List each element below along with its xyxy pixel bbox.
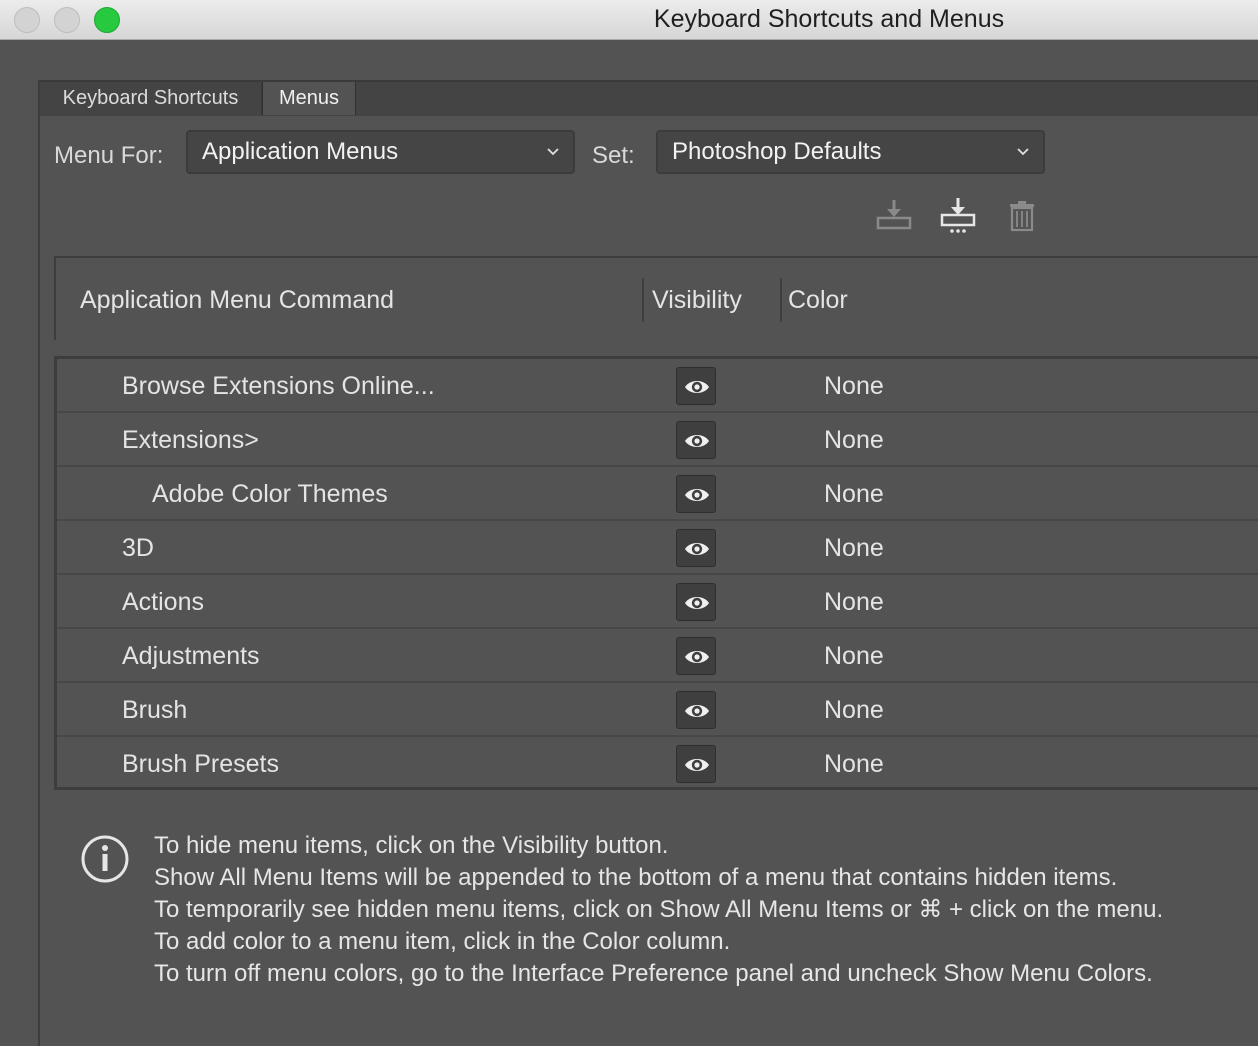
table-row[interactable]: Actions None (57, 575, 1258, 629)
table-header: Application Menu Command Visibility Colo… (54, 256, 1258, 340)
visibility-toggle-button[interactable] (676, 745, 716, 783)
chevron-down-icon (1017, 148, 1029, 156)
menu-command-label: Browse Extensions Online... (122, 372, 435, 400)
dialog-window: Keyboard Shortcuts and Menus Keyboard Sh… (0, 0, 1258, 1046)
save-set-as-button[interactable] (938, 196, 978, 236)
set-value: Photoshop Defaults (672, 138, 882, 165)
set-dropdown[interactable]: Photoshop Defaults (656, 130, 1045, 174)
menu-command-label: Brush (122, 696, 188, 724)
visibility-toggle-button[interactable] (676, 583, 716, 621)
color-cell[interactable]: None (824, 642, 884, 671)
visibility-toggle-button[interactable] (676, 421, 716, 459)
menu-commands-table: Browse Extensions Online... None Extension… (54, 356, 1258, 790)
color-cell[interactable]: None (824, 372, 884, 401)
menu-for-label: Menu For: (54, 142, 164, 169)
help-text-line: To turn off menu colors, go to the Inter… (154, 960, 1153, 987)
header-command[interactable]: Application Menu Command (80, 286, 394, 315)
eye-icon (685, 705, 709, 717)
visibility-toggle-button[interactable] (676, 691, 716, 729)
chevron-down-icon (547, 148, 559, 156)
eye-icon (685, 597, 709, 609)
visibility-toggle-button[interactable] (676, 367, 716, 405)
table-row[interactable]: Brush None (57, 683, 1258, 737)
help-text-line: Show All Menu Items will be appended to … (154, 864, 1118, 891)
menu-command-label: Extensions> (122, 426, 259, 454)
eye-icon (685, 381, 709, 393)
help-text-line: To temporarily see hidden menu items, cl… (154, 896, 1164, 923)
tab-keyboard-shortcuts[interactable]: Keyboard Shortcuts (40, 82, 262, 115)
header-visibility[interactable]: Visibility (652, 286, 742, 315)
info-icon (81, 835, 129, 883)
table-row[interactable]: Adjustments None (57, 629, 1258, 683)
header-color[interactable]: Color (788, 286, 848, 315)
frame-divider (38, 80, 40, 1046)
menu-command-label: Actions (122, 588, 204, 616)
color-cell[interactable]: None (824, 696, 884, 725)
delete-set-icon (1010, 201, 1034, 232)
table-row[interactable]: Brush Presets None (57, 737, 1258, 791)
save-set-icon (876, 200, 912, 230)
menu-command-label: Brush Presets (122, 750, 280, 778)
help-text: To hide menu items, click on the Visibil… (154, 830, 1163, 990)
title-bar: Keyboard Shortcuts and Menus (0, 0, 1258, 40)
eye-icon (685, 543, 709, 555)
menu-command-label: 3D (122, 534, 154, 562)
visibility-toggle-button[interactable] (676, 637, 716, 675)
tab-menus[interactable]: Menus (262, 82, 356, 115)
table-row[interactable]: Browse Extensions Online... None (57, 359, 1258, 413)
table-row[interactable]: Adobe Color Themes None (57, 467, 1258, 521)
menu-for-value: Application Menus (202, 138, 399, 165)
visibility-toggle-button[interactable] (676, 529, 716, 567)
table-row[interactable]: 3D None (57, 521, 1258, 575)
column-divider (642, 278, 644, 322)
help-text-line: To add color to a menu item, click in th… (154, 928, 731, 955)
menu-command-label: Adobe Color Themes (152, 480, 388, 508)
help-text-line: To hide menu items, click on the Visibil… (154, 832, 669, 859)
save-set-as-icon (940, 198, 976, 233)
color-cell[interactable]: None (824, 750, 884, 779)
menu-for-dropdown[interactable]: Application Menus (186, 130, 575, 174)
color-cell[interactable]: None (824, 480, 884, 509)
menu-command-label: Adjustments (122, 642, 260, 670)
color-cell[interactable]: None (824, 534, 884, 563)
set-label: Set: (592, 142, 635, 169)
color-cell[interactable]: None (824, 426, 884, 455)
eye-icon (685, 435, 709, 447)
window-title: Keyboard Shortcuts and Menus (653, 5, 1005, 33)
table-row[interactable]: Extensions> None (57, 413, 1258, 467)
save-set-button[interactable] (874, 196, 914, 236)
column-divider (780, 278, 782, 322)
eye-icon (685, 651, 709, 663)
delete-set-button[interactable] (1002, 196, 1042, 236)
eye-icon (685, 489, 709, 501)
color-cell[interactable]: None (824, 588, 884, 617)
visibility-toggle-button[interactable] (676, 475, 716, 513)
eye-icon (685, 759, 709, 771)
